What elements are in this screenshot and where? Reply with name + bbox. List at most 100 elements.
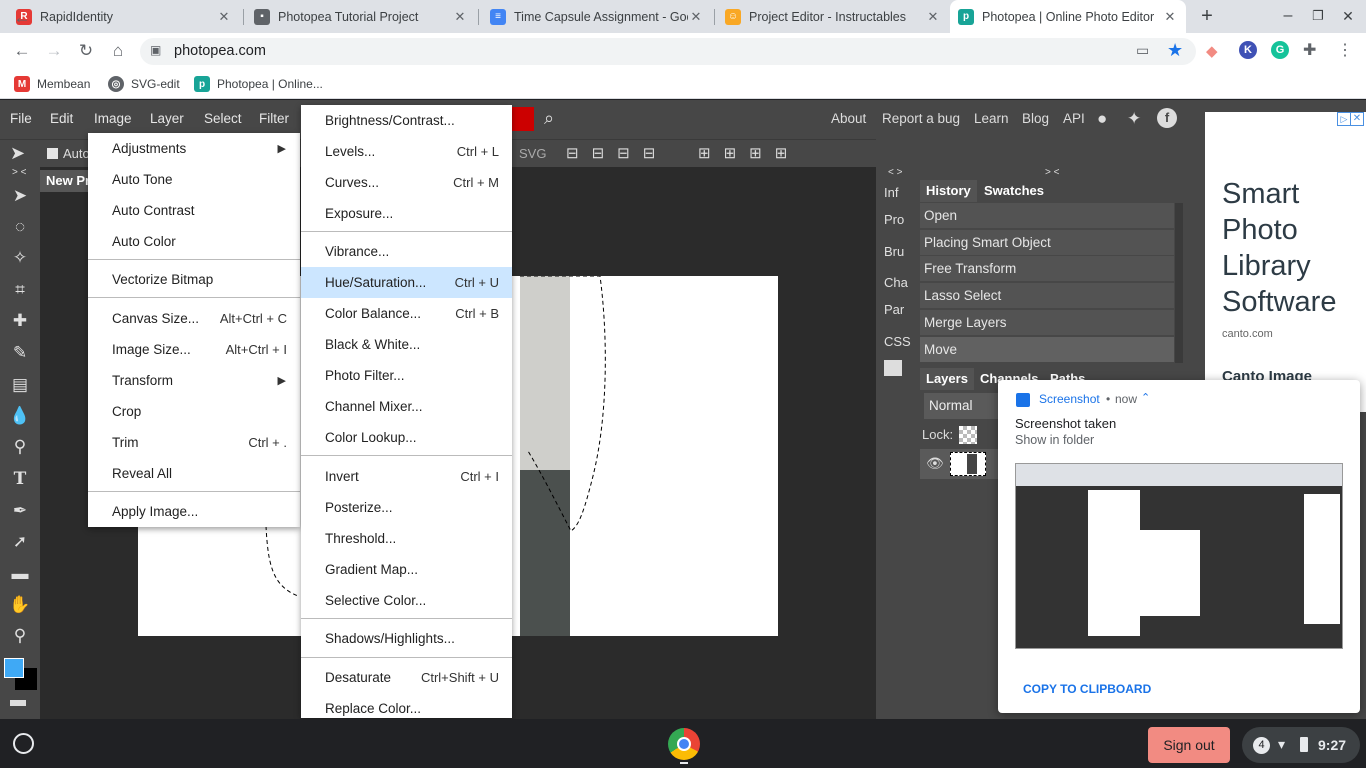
tab-photopea-tutorial[interactable]: ▪ Photopea Tutorial Project ✕ bbox=[246, 0, 476, 33]
menu-item-channel-mixer[interactable]: Channel Mixer... bbox=[301, 391, 512, 422]
restore-icon[interactable]: ❐ bbox=[1308, 6, 1328, 26]
menu-layer[interactable]: Layer bbox=[150, 111, 184, 126]
quick-mask-icon[interactable] bbox=[10, 700, 26, 706]
menu-item-vectorize-bitmap[interactable]: Vectorize Bitmap bbox=[88, 264, 300, 295]
address-bar[interactable] bbox=[140, 38, 1196, 65]
link-report-bug[interactable]: Report a bug bbox=[882, 111, 960, 126]
magic-wand-icon[interactable]: ✧ bbox=[8, 246, 32, 270]
shape-icon[interactable]: ▬ bbox=[8, 562, 32, 586]
notification-subtitle[interactable]: Show in folder bbox=[1015, 433, 1094, 447]
sign-out-button[interactable]: Sign out bbox=[1148, 727, 1230, 763]
back-icon[interactable]: ← bbox=[10, 6, 34, 30]
brush-icon[interactable]: ✎ bbox=[8, 341, 32, 365]
copy-to-clipboard-button[interactable]: COPY TO CLIPBOARD bbox=[1023, 682, 1151, 696]
reddit-icon[interactable]: ● bbox=[1097, 109, 1107, 129]
menu-item-apply-image[interactable]: Apply Image... bbox=[88, 496, 300, 527]
link-blog[interactable]: Blog bbox=[1022, 111, 1049, 126]
distribute-icons[interactable]: ⊞⊞⊞⊞ bbox=[698, 144, 800, 162]
site-info-icon[interactable]: ▣ bbox=[150, 43, 164, 59]
history-item[interactable]: Merge Layers bbox=[920, 310, 1174, 336]
zoom-icon[interactable]: ⚲ bbox=[8, 624, 32, 648]
menu-item-vibrance[interactable]: Vibrance... bbox=[301, 236, 512, 267]
history-item[interactable]: Free Transform bbox=[920, 256, 1174, 282]
menu-item-reveal-all[interactable]: Reveal All bbox=[88, 458, 300, 489]
twitter-icon[interactable]: ✦ bbox=[1127, 109, 1141, 129]
bookmark-photopea[interactable]: p Photopea | Online... bbox=[194, 76, 323, 92]
history-scrollbar[interactable] bbox=[1175, 203, 1183, 363]
tab-layers[interactable]: Layers bbox=[920, 368, 974, 390]
bookmark-svg-edit[interactable]: ◎ SVG-edit bbox=[108, 76, 180, 92]
menu-item-curves[interactable]: Curves... Ctrl + M bbox=[301, 167, 512, 198]
reload-icon[interactable]: ↻ bbox=[74, 39, 98, 63]
close-icon[interactable]: ✕ bbox=[1162, 9, 1178, 25]
menu-item-adjustments[interactable]: Adjustments ▶ bbox=[88, 133, 300, 164]
home-icon[interactable]: ⌂ bbox=[106, 39, 130, 63]
path-select-icon[interactable]: ➚ bbox=[8, 530, 32, 554]
eye-icon[interactable]: 👁 bbox=[926, 455, 944, 472]
menu-item-hue-saturation[interactable]: Hue/Saturation... Ctrl + U bbox=[301, 267, 512, 298]
grammarly-icon[interactable]: G bbox=[1271, 41, 1289, 59]
forward-icon[interactable]: → bbox=[42, 39, 66, 63]
sidestrip-collapse[interactable]: < > bbox=[888, 167, 902, 178]
move-tool-icon[interactable]: ➤ bbox=[10, 143, 25, 164]
gradient-icon[interactable]: ▤ bbox=[8, 373, 32, 397]
adchoices-icon[interactable]: ▷ bbox=[1337, 112, 1351, 126]
lock-transparency-icon[interactable] bbox=[959, 426, 977, 444]
menu-item-threshold[interactable]: Threshold... bbox=[301, 523, 512, 554]
menu-image[interactable]: Image bbox=[94, 111, 132, 126]
tab-swatches[interactable]: Swatches bbox=[978, 180, 1050, 202]
menu-item-auto-contrast[interactable]: Auto Contrast bbox=[88, 195, 300, 226]
menu-item-brightness-contrast[interactable]: Brightness/Contrast... bbox=[301, 105, 512, 136]
tab-rapididentity[interactable]: R RapidIdentity ✕ bbox=[8, 0, 240, 33]
account-button[interactable] bbox=[512, 107, 534, 131]
menu-filter[interactable]: Filter bbox=[259, 111, 289, 126]
dodge-icon[interactable]: ⚲ bbox=[8, 435, 32, 459]
auto-select-checkbox[interactable] bbox=[47, 148, 58, 159]
history-item[interactable]: Move bbox=[920, 337, 1174, 363]
menu-item-posterize[interactable]: Posterize... bbox=[301, 492, 512, 523]
align-icons[interactable]: ⊟⊟⊟⊟ bbox=[566, 144, 668, 162]
menu-item-invert[interactable]: Invert Ctrl + I bbox=[301, 461, 512, 492]
menu-item-trim[interactable]: Trim Ctrl + . bbox=[88, 427, 300, 458]
bookmark-membean[interactable]: M Membean bbox=[14, 76, 90, 92]
menu-select[interactable]: Select bbox=[204, 111, 242, 126]
ad-close-icon[interactable]: ✕ bbox=[1350, 112, 1364, 126]
menu-item-auto-tone[interactable]: Auto Tone bbox=[88, 164, 300, 195]
menu-item-exposure[interactable]: Exposure... bbox=[301, 198, 512, 229]
k-extension-icon[interactable]: K bbox=[1239, 41, 1257, 59]
character-panel-button[interactable]: Cha bbox=[884, 275, 908, 290]
new-tab-button[interactable]: + bbox=[1196, 5, 1218, 27]
info-panel-button[interactable]: Inf bbox=[884, 185, 898, 200]
menu-item-transform[interactable]: Transform ▶ bbox=[88, 365, 300, 396]
more-menu-icon[interactable]: ⋮ bbox=[1337, 40, 1353, 60]
menu-item-desaturate[interactable]: Desaturate Ctrl+Shift + U bbox=[301, 662, 512, 693]
bookmark-star-icon[interactable]: ★ bbox=[1167, 40, 1183, 61]
history-item[interactable]: Open bbox=[920, 203, 1174, 229]
link-about[interactable]: About bbox=[831, 111, 866, 126]
close-icon[interactable]: ✕ bbox=[452, 9, 468, 25]
puzzle-icon[interactable]: ✚ bbox=[1303, 40, 1316, 60]
image-panel-icon[interactable] bbox=[884, 360, 902, 376]
tab-time-capsule[interactable]: ≡ Time Capsule Assignment - Goo ✕ bbox=[482, 0, 712, 33]
blend-mode-select[interactable]: Normal bbox=[924, 393, 1000, 419]
extension-icon[interactable]: ◆ bbox=[1206, 42, 1218, 60]
menu-item-levels[interactable]: Levels... Ctrl + L bbox=[301, 136, 512, 167]
launcher-icon[interactable] bbox=[13, 733, 34, 754]
history-item[interactable]: Placing Smart Object bbox=[920, 230, 1174, 256]
link-api[interactable]: API bbox=[1063, 111, 1085, 126]
close-icon[interactable]: ✕ bbox=[216, 9, 232, 25]
facebook-icon[interactable]: f bbox=[1157, 108, 1177, 128]
lasso-icon[interactable]: ◌ bbox=[8, 215, 32, 239]
tab-photopea-active[interactable]: p Photopea | Online Photo Editor ✕ bbox=[950, 0, 1186, 33]
menu-item-shadows-highlights[interactable]: Shadows/Highlights... bbox=[301, 623, 512, 654]
menu-item-black-white[interactable]: Black & White... bbox=[301, 329, 512, 360]
menu-item-auto-color[interactable]: Auto Color bbox=[88, 226, 300, 257]
link-learn[interactable]: Learn bbox=[974, 111, 1009, 126]
healing-brush-icon[interactable]: ✚ bbox=[8, 309, 32, 333]
close-icon[interactable]: ✕ bbox=[925, 9, 941, 25]
panels-collapse[interactable]: > < bbox=[1045, 167, 1059, 178]
css-panel-button[interactable]: CSS bbox=[884, 334, 911, 349]
blur-icon[interactable]: 💧 bbox=[8, 404, 32, 428]
tools-collapse[interactable]: > < bbox=[12, 167, 26, 178]
menu-item-selective-color[interactable]: Selective Color... bbox=[301, 585, 512, 616]
